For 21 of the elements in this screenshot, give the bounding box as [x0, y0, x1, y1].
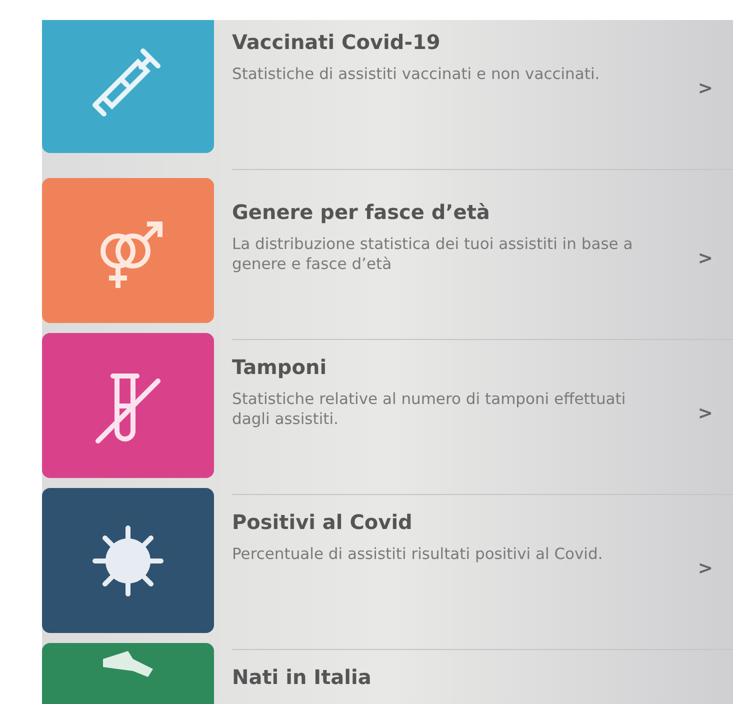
item-description: La distribuzione statistica dei tuoi assistiti in base a genere e fasce d’età	[232, 234, 634, 274]
item-title: Nati in Italia	[232, 665, 372, 689]
category-tile[interactable]	[42, 333, 214, 478]
item-title: Vaccinati Covid-19	[232, 30, 442, 54]
item-title: Genere per fasce d’età	[232, 200, 491, 224]
item-description: Percentuale di assistiti risultati positivi al Covid.	[232, 544, 604, 564]
list-item[interactable]: Positivi al Covid Percentuale di assistiti risultati positivi al Covid. >	[232, 488, 733, 650]
category-tile[interactable]	[42, 20, 214, 153]
chevron-icon: >	[698, 403, 713, 424]
item-description: Statistiche relative al numero di tamponi effettuati dagli assistiti.	[232, 389, 627, 430]
list-item[interactable]: Vaccinati Covid-19 Statistiche di assistiti vaccinati e non vaccinati. >	[232, 20, 733, 170]
category-tile[interactable]	[42, 178, 214, 323]
chevron-icon: >	[698, 248, 713, 269]
chevron-icon: >	[698, 78, 713, 99]
category-tile[interactable]	[42, 488, 214, 633]
item-title: Tamponi	[232, 355, 328, 379]
chevron-icon: >	[698, 558, 713, 579]
item-title: Positivi al Covid	[232, 510, 414, 534]
item-description: Statistiche di assistiti vaccinati e non vaccinati.	[232, 64, 601, 84]
list-item[interactable]: Genere per fasce d’età La distribuzione statistica dei tuoi assistiti in base a genere e fasce d’età >	[232, 178, 733, 340]
list-item[interactable]: Tamponi Statistiche relative al numero di tamponi effettuati dagli assistiti. >	[232, 333, 733, 495]
